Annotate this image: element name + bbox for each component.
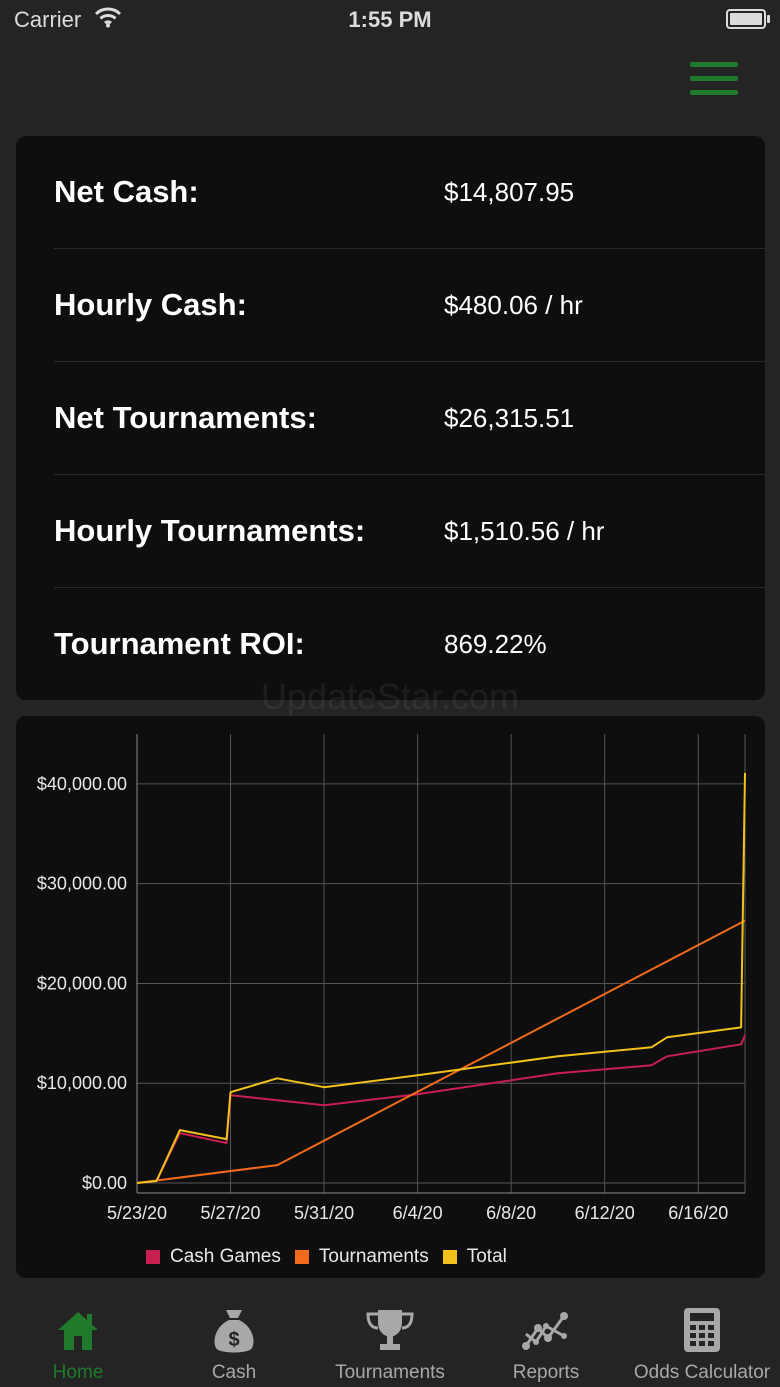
chart-legend: Cash Games Tournaments Total xyxy=(146,1246,521,1268)
x-tick-label: 6/12/20 xyxy=(575,1203,635,1223)
legend-swatch xyxy=(442,1250,457,1264)
stat-row-net-tournaments: Net Tournaments: $26,315.51 xyxy=(54,362,765,475)
hamburger-line xyxy=(690,76,738,81)
battery-icon xyxy=(726,9,770,29)
legend-label: Tournaments xyxy=(318,1246,429,1267)
stat-row-hourly-tournaments: Hourly Tournaments: $1,510.56 / hr xyxy=(54,475,765,588)
menu-button[interactable] xyxy=(686,58,742,100)
tab-cash[interactable]: $ Cash xyxy=(156,1296,312,1387)
y-tick-label: $30,000.00 xyxy=(37,874,127,894)
legend-label: Total xyxy=(466,1246,507,1267)
y-tick-label: $20,000.00 xyxy=(37,973,127,993)
calculator-icon xyxy=(682,1306,722,1359)
stat-row-hourly-cash: Hourly Cash: $480.06 / hr xyxy=(54,249,765,362)
earnings-chart: 5/23/20 5/27/20 5/31/20 6/4/20 6/8/20 6/12/20… xyxy=(37,734,746,1223)
status-bar: Carrier 1:55 PM xyxy=(0,0,780,40)
x-tick-label: 5/23/20 xyxy=(107,1203,167,1223)
money-bag-icon: $ xyxy=(210,1306,258,1361)
hamburger-menu-icon xyxy=(690,62,738,67)
stat-label: Net Cash: xyxy=(54,174,199,209)
series-line-tournaments xyxy=(136,919,746,1184)
x-tick-label: 5/31/20 xyxy=(294,1203,354,1223)
stat-value: $1,510.56 / hr xyxy=(444,516,605,546)
tab-label: Reports xyxy=(512,1362,580,1383)
legend-label: Cash Games xyxy=(170,1246,281,1267)
y-tick-label: $10,000.00 xyxy=(37,1073,127,1093)
stat-label: Tournament ROI: xyxy=(54,626,305,661)
stat-label: Hourly Tournaments: xyxy=(54,513,366,548)
legend-item-tournaments: Tournaments xyxy=(294,1246,429,1268)
summary-card: Net Cash: $14,807.95 Hourly Cash: $480.0… xyxy=(16,136,765,700)
tab-odds-calculator[interactable]: Odds Calculator xyxy=(624,1296,780,1387)
tab-label: Tournaments xyxy=(335,1362,445,1383)
legend-swatch xyxy=(146,1250,160,1264)
legend-item-cash-games: Cash Games xyxy=(146,1246,281,1268)
house-icon xyxy=(54,1306,102,1359)
stat-value: $14,807.95 xyxy=(444,177,575,207)
stat-label: Hourly Cash: xyxy=(54,287,247,322)
tab-reports[interactable]: Reports xyxy=(468,1296,624,1387)
x-tick-label: 5/27/20 xyxy=(201,1203,261,1223)
stat-value: $480.06 / hr xyxy=(444,290,583,320)
legend-swatch xyxy=(294,1250,309,1264)
tab-bar: Home $ Cash Tournaments Reports Odds Cal… xyxy=(0,1296,780,1387)
y-tick-label: $0.00 xyxy=(82,1173,127,1193)
earnings-chart-card: 5/23/20 5/27/20 5/31/20 6/4/20 6/8/20 6/12/20… xyxy=(16,716,765,1278)
tab-label: Home xyxy=(52,1362,104,1383)
x-tick-label: 6/4/20 xyxy=(393,1203,443,1223)
y-tick-label: $40,000.00 xyxy=(37,774,127,794)
x-tick-label: 6/8/20 xyxy=(486,1203,536,1223)
tab-label: Odds Calculator xyxy=(633,1362,771,1383)
stat-row-tournament-roi: Tournament ROI: 869.22% xyxy=(54,588,765,700)
trophy-icon xyxy=(364,1306,416,1359)
series-line-total xyxy=(136,772,746,1184)
x-tick-label: 6/16/20 xyxy=(668,1203,728,1223)
stat-row-net-cash: Net Cash: $14,807.95 xyxy=(54,136,765,249)
chart-line-icon xyxy=(522,1306,570,1359)
stat-value: $26,315.51 xyxy=(444,403,575,433)
tab-tournaments[interactable]: Tournaments xyxy=(312,1296,468,1387)
stat-value: 869.22% xyxy=(444,629,547,659)
tab-home[interactable]: Home xyxy=(0,1296,156,1387)
stat-label: Net Tournaments: xyxy=(54,400,317,435)
tab-label: Cash xyxy=(211,1362,257,1383)
svg-text:$: $ xyxy=(228,1329,239,1351)
hamburger-line xyxy=(690,90,738,95)
clock-time: 1:55 PM xyxy=(348,7,432,32)
legend-item-total: Total xyxy=(442,1246,507,1268)
